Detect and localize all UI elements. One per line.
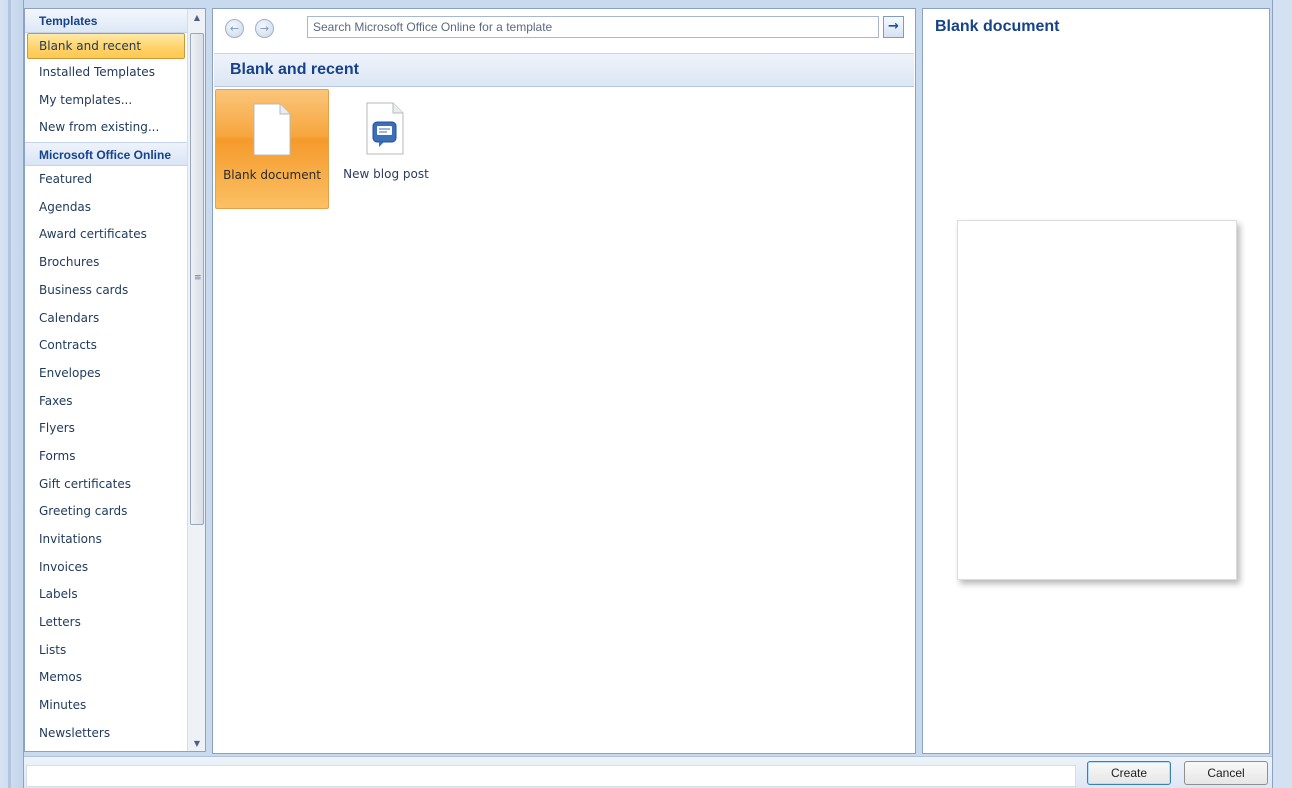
category-contracts[interactable]: Contracts xyxy=(25,332,187,360)
create-button[interactable]: Create xyxy=(1087,761,1171,785)
category-award-certificates[interactable]: Award certificates xyxy=(25,221,187,249)
scroll-up-icon[interactable]: ▲ xyxy=(190,10,204,26)
category-business-cards[interactable]: Business cards xyxy=(25,277,187,305)
category-lists[interactable]: Lists xyxy=(25,637,187,665)
category-minutes[interactable]: Minutes xyxy=(25,692,187,720)
category-my-templates[interactable]: My templates... xyxy=(25,87,187,115)
category-gift-certificates[interactable]: Gift certificates xyxy=(25,471,187,499)
category-calendars[interactable]: Calendars xyxy=(25,305,187,333)
forward-arrow-icon[interactable]: → xyxy=(255,19,274,38)
category-forms[interactable]: Forms xyxy=(25,443,187,471)
category-envelopes[interactable]: Envelopes xyxy=(25,360,187,388)
template-categories-pane: Templates Blank and recent Installed Tem… xyxy=(24,8,206,752)
template-gallery-pane: ← → Search Microsoft Office Online for a… xyxy=(212,8,916,754)
category-scrollbar[interactable]: ▲ ≡ ▼ xyxy=(187,9,205,751)
template-category-list: Templates Blank and recent Installed Tem… xyxy=(25,9,187,748)
template-tile-blank-document[interactable]: Blank document xyxy=(215,89,329,209)
cancel-button[interactable]: Cancel xyxy=(1184,761,1268,785)
category-brochures[interactable]: Brochures xyxy=(25,249,187,277)
category-faxes[interactable]: Faxes xyxy=(25,388,187,416)
category-agendas[interactable]: Agendas xyxy=(25,194,187,222)
category-memos[interactable]: Memos xyxy=(25,664,187,692)
category-invoices[interactable]: Invoices xyxy=(25,554,187,582)
tile-label: Blank document xyxy=(223,168,321,182)
blank-document-icon xyxy=(253,103,291,156)
templates-header: Templates xyxy=(25,9,187,33)
window-left-edge xyxy=(0,0,24,788)
category-invitations[interactable]: Invitations xyxy=(25,526,187,554)
template-search-input[interactable]: Search Microsoft Office Online for a tem… xyxy=(307,16,879,38)
template-preview-pane: Blank document xyxy=(922,8,1270,754)
category-new-from-existing[interactable]: New from existing... xyxy=(25,114,187,142)
search-go-button[interactable]: → xyxy=(883,16,904,38)
category-flyers[interactable]: Flyers xyxy=(25,415,187,443)
footer-strip xyxy=(26,765,1076,787)
back-arrow-icon[interactable]: ← xyxy=(225,19,244,38)
tile-label: New blog post xyxy=(343,167,429,181)
category-letters[interactable]: Letters xyxy=(25,609,187,637)
category-installed-templates[interactable]: Installed Templates xyxy=(25,59,187,87)
category-greeting-cards[interactable]: Greeting cards xyxy=(25,498,187,526)
dialog-footer: Create Cancel xyxy=(24,756,1272,788)
category-newsletters[interactable]: Newsletters xyxy=(25,720,187,748)
category-blank-and-recent[interactable]: Blank and recent xyxy=(27,33,185,59)
category-labels[interactable]: Labels xyxy=(25,581,187,609)
blog-post-icon xyxy=(366,102,404,155)
preview-title: Blank document xyxy=(935,18,1060,35)
grip-icon: ≡ xyxy=(194,273,202,283)
gallery-section-title: Blank and recent xyxy=(214,53,914,87)
window-right-edge xyxy=(1272,0,1292,788)
template-tile-new-blog-post[interactable]: New blog post xyxy=(329,89,443,209)
search-toolbar: ← → Search Microsoft Office Online for a… xyxy=(213,9,915,49)
microsoft-office-online-header: Microsoft Office Online xyxy=(25,142,187,167)
scrollbar-thumb[interactable]: ≡ xyxy=(190,33,204,525)
category-featured[interactable]: Featured xyxy=(25,166,187,194)
scroll-down-icon[interactable]: ▼ xyxy=(190,736,204,751)
preview-page-thumbnail xyxy=(957,220,1237,580)
right-arrow-icon: → xyxy=(888,19,899,34)
